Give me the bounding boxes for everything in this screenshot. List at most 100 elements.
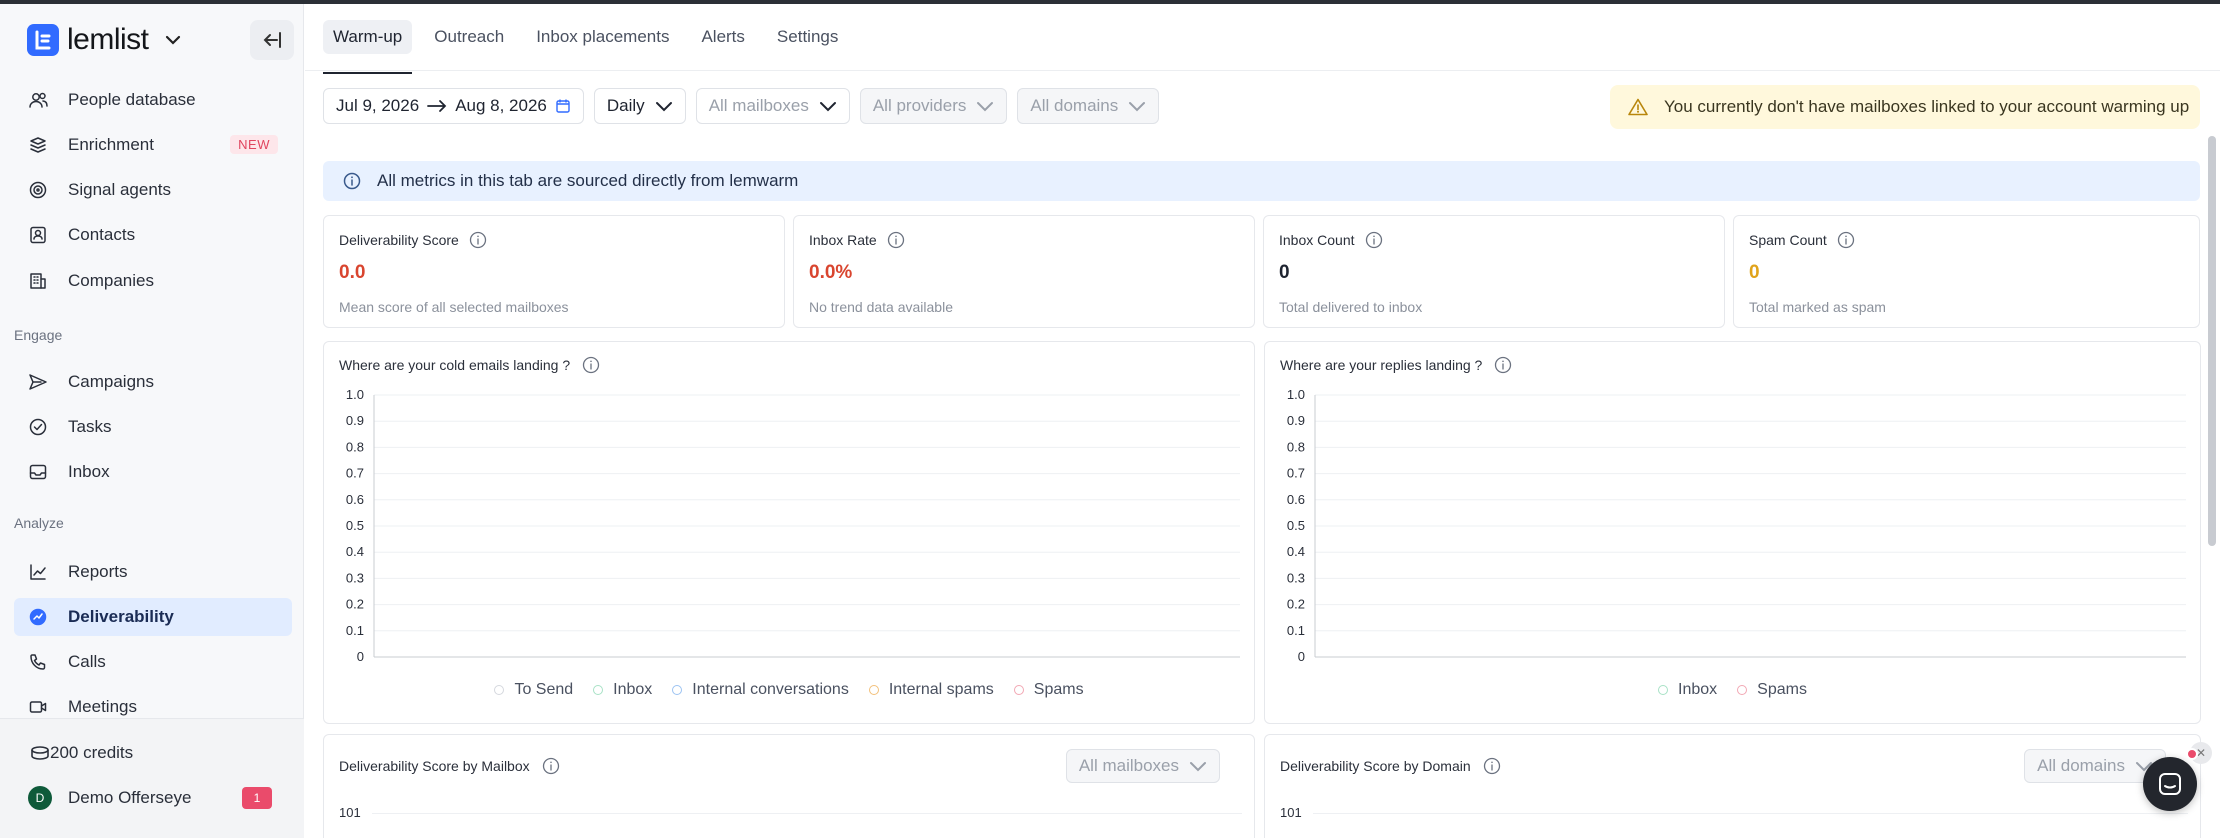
page-scrollbar[interactable]	[2208, 136, 2216, 546]
metric-subtitle: No trend data available	[809, 299, 953, 315]
metric-card-deliverability-score: Deliverability Score 0.0 Mean score of a…	[323, 215, 785, 328]
legend-marker	[1737, 685, 1748, 695]
info-icon[interactable]	[542, 757, 560, 775]
metric-title: Deliverability Score	[339, 232, 459, 248]
y-tick-label: 0.2	[346, 597, 364, 612]
metric-title-wrap: Deliverability Score	[339, 231, 487, 249]
sidebar-item-label: People database	[68, 90, 196, 109]
metric-title: Inbox Count	[1279, 232, 1355, 248]
y-tick-label: 1.0	[1287, 387, 1305, 402]
date-range-picker[interactable]: Jul 9, 2026 Aug 8, 2026	[323, 88, 584, 124]
y-tick-label: 0.3	[346, 570, 364, 585]
mailboxes-select[interactable]: All mailboxes	[695, 88, 850, 124]
tab-inbox-placements[interactable]: Inbox placements	[526, 4, 679, 70]
legend-item[interactable]: Internal spams	[868, 681, 994, 699]
chart-plot: 0 0.1 0.2 0.3 0.4 0.5 0.6 0.7 0.8 0.9 1.0	[346, 387, 1240, 664]
collapse-left-icon	[263, 32, 281, 48]
metric-value: 0.0%	[809, 262, 853, 283]
sidebar-item-enrichment[interactable]: Enrichment NEW	[14, 126, 292, 164]
metric-subtitle: Total delivered to inbox	[1279, 299, 1423, 315]
legend-item[interactable]: To Send	[494, 681, 573, 699]
sidebar-item-label: Campaigns	[68, 372, 154, 391]
tab-bar-divider	[305, 70, 2220, 71]
tab-settings[interactable]: Settings	[767, 4, 848, 70]
chart-line-icon	[30, 564, 46, 580]
tab-label: Alerts	[701, 27, 745, 46]
metric-card-spam-count: Spam Count 0 Total marked as spam	[1733, 215, 2200, 328]
info-icon[interactable]	[1483, 757, 1501, 775]
metric-value: 0.0	[339, 262, 366, 283]
tab-warm-up[interactable]: Warm-up	[323, 4, 413, 74]
legend-item[interactable]: Inbox	[593, 681, 652, 699]
card-title: Deliverability Score by Domain	[1280, 758, 1471, 774]
tab-alerts[interactable]: Alerts	[691, 4, 754, 70]
info-icon[interactable]	[1837, 231, 1855, 249]
legend-marker	[494, 685, 505, 695]
providers-value: All providers	[872, 96, 967, 115]
legend-label: Internal conversations	[692, 681, 849, 698]
metric-title-wrap: Spam Count	[1749, 231, 1855, 249]
companies-icon	[30, 273, 46, 289]
user-menu[interactable]: D Demo Offerseye 1	[28, 783, 284, 813]
y-tick-label: 0.8	[346, 439, 364, 454]
video-icon	[29, 701, 47, 713]
granularity-select[interactable]: Daily	[593, 88, 686, 124]
y-tick-label: 0.4	[1287, 544, 1305, 559]
info-icon[interactable]	[1365, 231, 1383, 249]
sidebar-item-label: Signal agents	[68, 180, 172, 199]
sidebar-item-label: Meetings	[68, 697, 137, 716]
tab-bar: Warm-up Outreach Inbox placements Alerts Set…	[323, 4, 860, 74]
notification-badge: 1	[242, 787, 272, 809]
sidebar-item-contacts[interactable]: Contacts	[14, 216, 292, 254]
tab-outreach[interactable]: Outreach	[424, 4, 514, 70]
sidebar-item-calls[interactable]: Calls	[14, 643, 292, 681]
sidebar-item-deliverability[interactable]: Deliverability	[14, 598, 292, 636]
replies-landing-chart: Where are your replies landing ? 0 0.1 0.2…	[1264, 341, 2201, 724]
legend-item[interactable]: Inbox	[1658, 681, 1717, 699]
legend-item[interactable]: Internal conversations	[672, 681, 849, 699]
sidebar-item-tasks[interactable]: Tasks	[14, 408, 292, 446]
coins-icon	[31, 746, 49, 760]
avatar: D	[28, 786, 52, 810]
sidebar-item-reports[interactable]: Reports	[14, 553, 292, 591]
chevron-down-icon	[977, 102, 994, 112]
card-title-wrap: Deliverability Score by Domain	[1280, 757, 1501, 775]
info-icon[interactable]	[887, 231, 905, 249]
warmup-warning-banner: You currently don't have mailboxes linke…	[1610, 85, 2200, 129]
y-tick-label: 0.6	[1287, 492, 1305, 507]
phone-icon	[30, 654, 46, 670]
metric-title-wrap: Inbox Count	[1279, 231, 1383, 249]
collapse-sidebar-button[interactable]	[250, 20, 294, 60]
credits-indicator[interactable]: 200 credits	[30, 743, 133, 763]
domains-select[interactable]: All domains	[1017, 88, 1160, 124]
mailboxes-value: All mailboxes	[708, 96, 809, 115]
info-icon[interactable]	[469, 231, 487, 249]
chevron-down-icon	[163, 29, 185, 51]
y-tick-label: 0	[357, 649, 364, 664]
sidebar-item-signal-agents[interactable]: Signal agents	[14, 171, 292, 209]
info-banner: All metrics in this tab are sourced dire…	[323, 161, 2200, 201]
providers-select[interactable]: All providers	[859, 88, 1008, 124]
warning-icon	[1628, 98, 1648, 116]
sidebar-item-label: Calls	[68, 652, 106, 671]
chart-plot: 0 0.1 0.2 0.3 0.4 0.5 0.6 0.7 0.8 0.9 1.0	[1287, 387, 2186, 664]
legend-item[interactable]: Spams	[1737, 681, 1807, 699]
grid-line	[372, 813, 1242, 814]
y-tick-label: 0.5	[1287, 518, 1305, 533]
chat-launcher-button[interactable]	[2143, 757, 2197, 811]
y-tick-label: 0.7	[346, 466, 364, 481]
check-circle-icon	[29, 418, 47, 436]
tab-label: Settings	[776, 27, 839, 46]
legend-item[interactable]: Spams	[1013, 681, 1084, 699]
sidebar-item-people-database[interactable]: People database	[14, 81, 292, 119]
sidebar: lemlist Engage Analyze 200 credits D Dem…	[0, 4, 304, 838]
y-axis-tick: 101	[339, 805, 361, 820]
legend-label: To Send	[514, 681, 574, 698]
tab-label: Outreach	[434, 27, 505, 46]
sidebar-item-inbox[interactable]: Inbox	[14, 453, 292, 491]
sidebar-item-campaigns[interactable]: Campaigns	[14, 363, 292, 401]
chat-icon	[2159, 773, 2181, 795]
sidebar-item-companies[interactable]: Companies	[14, 262, 292, 300]
sidebar-item-meetings[interactable]: Meetings	[14, 688, 292, 726]
mailbox-filter-select[interactable]: All mailboxes	[1065, 749, 1220, 783]
